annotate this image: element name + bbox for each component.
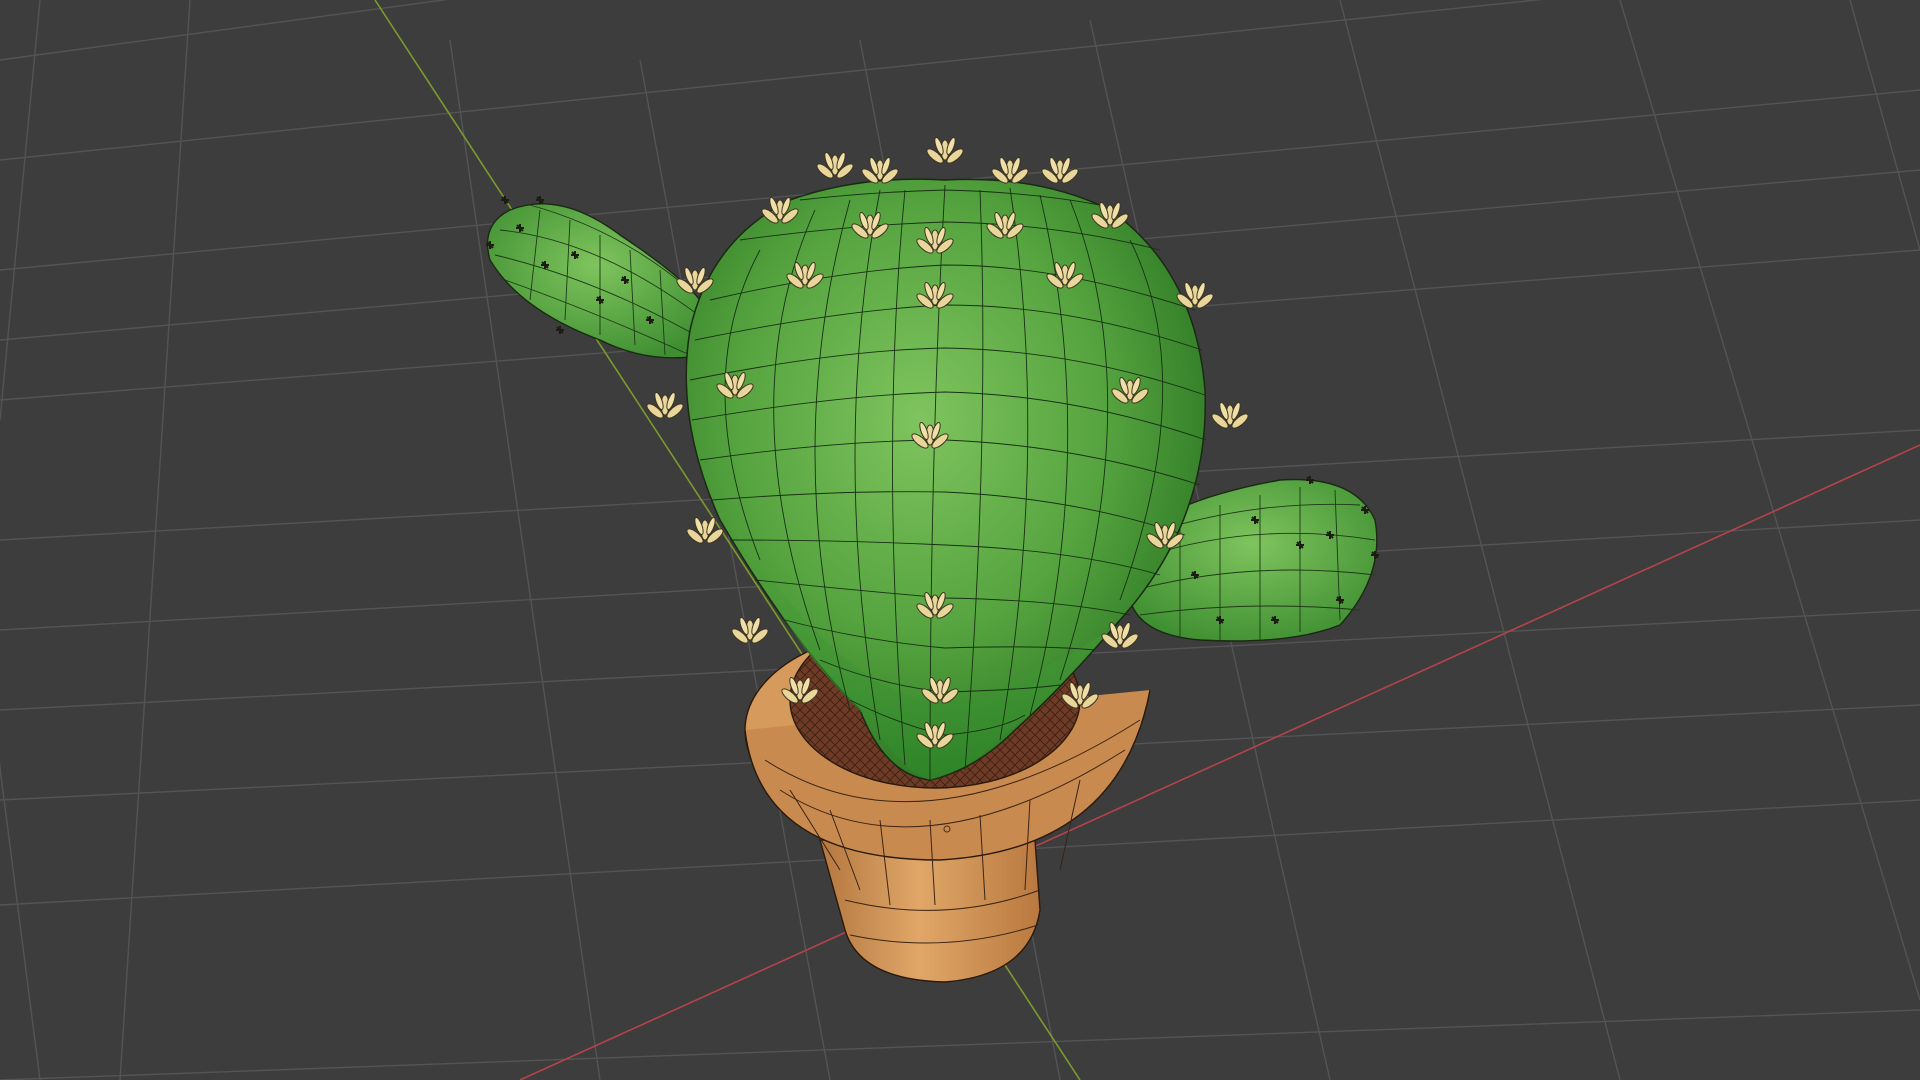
grid-line [1619,0,1920,1001]
3d-viewport[interactable] [0,0,1920,1080]
grid-line [0,0,41,421]
grid-line [0,1009,1920,1080]
grid-line [0,762,41,1080]
grid-line [0,0,449,61]
cactus-left-arm[interactable] [485,195,706,359]
grid-line [119,0,191,1080]
viewport-canvas[interactable] [0,0,1920,1080]
grid-line [449,39,601,1080]
grid-line [1849,0,1920,251]
grid-line [0,0,1543,161]
